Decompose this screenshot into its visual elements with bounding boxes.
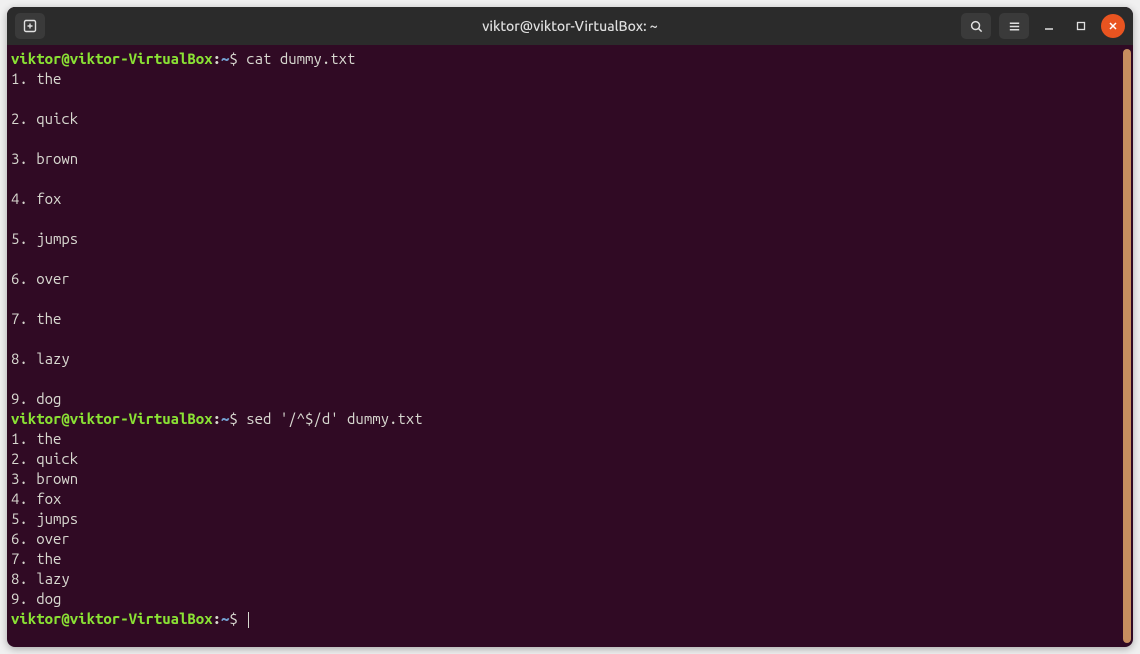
menu-button[interactable]: [999, 13, 1029, 39]
output-line: 9. dog: [11, 390, 61, 407]
prompt-symbol: $: [229, 50, 246, 67]
prompt-user-host: viktor@viktor-VirtualBox: [11, 610, 213, 627]
cursor: [248, 612, 249, 628]
prompt-separator: :: [213, 610, 221, 627]
output-line: 6. over: [11, 530, 70, 547]
output-line: 3. brown: [11, 150, 78, 167]
prompt-user-host: viktor@viktor-VirtualBox: [11, 410, 213, 427]
output-line: 2. quick: [11, 450, 78, 467]
title-bar-right: [961, 13, 1125, 39]
output-line: 1. the: [11, 70, 61, 87]
command-text: sed '/^$/d' dummy.txt: [246, 410, 422, 427]
output-line: 8. lazy: [11, 570, 70, 587]
prompt-user-host: viktor@viktor-VirtualBox: [11, 50, 213, 67]
prompt-line: viktor@viktor-VirtualBox:~$: [11, 610, 249, 627]
prompt-line: viktor@viktor-VirtualBox:~$ cat dummy.tx…: [11, 50, 355, 67]
title-bar-left: [7, 13, 45, 39]
output-line: 4. fox: [11, 490, 61, 507]
prompt-separator: :: [213, 50, 221, 67]
output-line: 9. dog: [11, 590, 61, 607]
maximize-icon: [1076, 21, 1086, 31]
output-line: 1. the: [11, 430, 61, 447]
close-icon: [1108, 21, 1118, 31]
output-line: 2. quick: [11, 110, 78, 127]
output-line: 5. jumps: [11, 510, 78, 527]
output-line: 4. fox: [11, 190, 61, 207]
output-line: 8. lazy: [11, 350, 70, 367]
prompt-symbol: $: [229, 410, 246, 427]
title-bar: viktor@viktor-VirtualBox: ~: [7, 7, 1133, 45]
command-text: cat dummy.txt: [246, 50, 355, 67]
minimize-icon: [1044, 21, 1054, 31]
maximize-button[interactable]: [1069, 14, 1093, 38]
output-line: 7. the: [11, 310, 61, 327]
output-line: 7. the: [11, 550, 61, 567]
terminal-body[interactable]: viktor@viktor-VirtualBox:~$ cat dummy.tx…: [7, 45, 1133, 647]
minimize-button[interactable]: [1037, 14, 1061, 38]
search-button[interactable]: [961, 13, 991, 39]
scrollbar-track[interactable]: [1121, 45, 1133, 647]
search-icon: [969, 19, 984, 34]
hamburger-icon: [1007, 19, 1022, 34]
prompt-separator: :: [213, 410, 221, 427]
new-tab-button[interactable]: [15, 13, 45, 39]
prompt-symbol: $: [229, 610, 246, 627]
output-line: 5. jumps: [11, 230, 78, 247]
new-tab-icon: [22, 18, 38, 34]
output-line: 6. over: [11, 270, 70, 287]
scrollbar-thumb[interactable]: [1123, 49, 1131, 643]
close-button[interactable]: [1101, 14, 1125, 38]
output-line: 3. brown: [11, 470, 78, 487]
terminal-window: viktor@viktor-VirtualBox: ~: [7, 7, 1133, 647]
prompt-line: viktor@viktor-VirtualBox:~$ sed '/^$/d' …: [11, 410, 423, 427]
